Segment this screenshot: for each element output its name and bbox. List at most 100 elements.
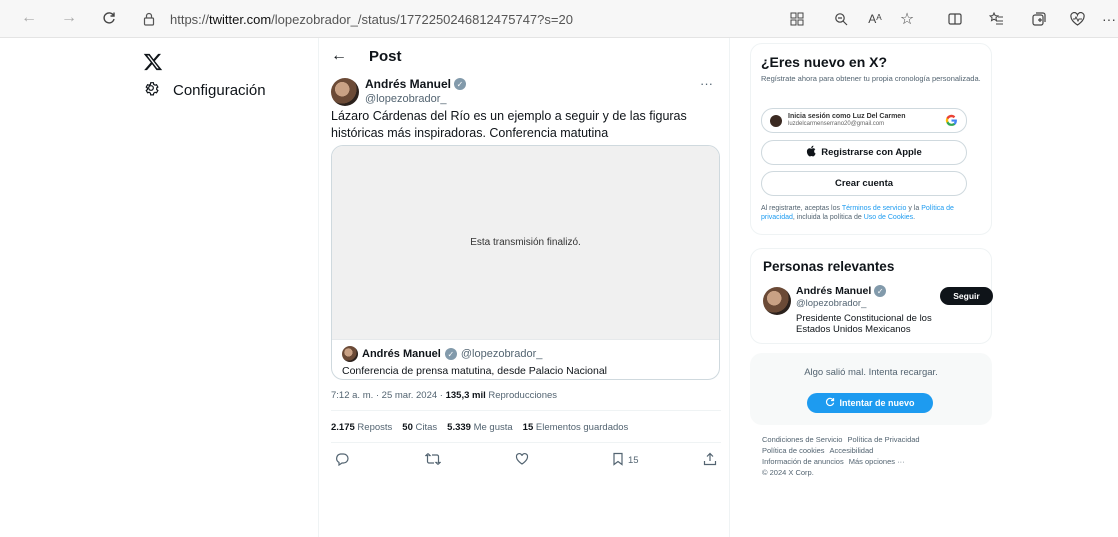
- x-logo-icon[interactable]: [143, 52, 165, 74]
- footer-link[interactable]: Condiciones de Servicio: [762, 435, 842, 444]
- gear-icon: [143, 80, 159, 101]
- browser-essentials-icon[interactable]: [1066, 8, 1088, 30]
- lock-icon: [138, 12, 160, 26]
- create-account-label: Crear cuenta: [834, 178, 894, 189]
- verified-badge-icon: ✓: [444, 348, 457, 360]
- forward-arrow-icon[interactable]: →: [58, 7, 80, 29]
- browser-menu-icon[interactable]: ···: [1102, 8, 1116, 30]
- likes-count: 5.339: [447, 422, 471, 433]
- footer-link[interactable]: Política de Privacidad: [847, 435, 919, 444]
- author-handle[interactable]: @lopezobrador_: [365, 93, 447, 105]
- copyright: © 2024 X Corp.: [762, 468, 814, 477]
- legal-connector: y la: [906, 205, 922, 212]
- post-header: ← Post: [331, 44, 402, 68]
- cookies-link[interactable]: Uso de Cookies: [864, 214, 913, 221]
- create-account-button[interactable]: Crear cuenta: [761, 171, 967, 196]
- repost-button[interactable]: [424, 451, 442, 469]
- repost-icon: [424, 452, 442, 469]
- apple-signup-button[interactable]: Registrarse con Apple: [761, 140, 967, 165]
- relevant-people-card: Personas relevantes Andrés Manuel ✓ @lop…: [750, 248, 993, 344]
- broadcast-host-handle: @lopezobrador_: [460, 348, 543, 360]
- url-path: /lopezobrador_/status/177225024681247574…: [271, 11, 573, 27]
- author-name-text: Andrés Manuel: [365, 77, 452, 91]
- likes-label: Me gusta: [470, 422, 513, 433]
- broadcast-description: Conferencia de prensa matutina, desde Pa…: [342, 365, 607, 377]
- footer-link[interactable]: Política de cookies: [762, 446, 825, 455]
- follow-button[interactable]: Seguir: [940, 287, 993, 305]
- person-handle[interactable]: @lopezobrador_: [796, 298, 866, 309]
- more-options-link[interactable]: Más opciones ···: [849, 457, 905, 466]
- signup-title: ¿Eres nuevo en X?: [761, 54, 888, 70]
- footer-link[interactable]: Información de anuncios: [762, 457, 844, 466]
- grid-apps-icon[interactable]: [786, 8, 808, 30]
- share-icon: [703, 452, 717, 469]
- author-name[interactable]: Andrés Manuel ✓: [365, 77, 467, 91]
- reposts-count: 2.175: [331, 422, 355, 433]
- person-bio: Presidente Constitucional de los Estados…: [796, 313, 932, 335]
- legal-prefix: Al registrarte, aceptas los: [761, 205, 842, 212]
- left-navigation: [0, 38, 318, 537]
- more-options-icon[interactable]: ···: [700, 76, 713, 91]
- page-title: Post: [369, 47, 402, 65]
- signup-description: Regístrate ahora para obtener tu propia …: [761, 74, 981, 83]
- bookmarks-stat[interactable]: 15 Elementos guardados: [523, 422, 629, 433]
- address-bar[interactable]: https://twitter.com/lopezobrador_/status…: [138, 6, 928, 32]
- relevant-people-title: Personas relevantes: [763, 259, 895, 274]
- back-arrow-icon[interactable]: ←: [18, 7, 40, 29]
- google-signin-email: luzdelcarmenserrano20@gmail.com: [788, 121, 885, 127]
- read-aloud-icon[interactable]: Aᴬ: [864, 8, 886, 30]
- footer-links: Condiciones de Servicio Política de Priva…: [762, 434, 988, 478]
- reposts-stat[interactable]: 2.175 Reposts: [331, 422, 392, 433]
- quotes-stat[interactable]: 50 Citas: [402, 422, 437, 433]
- retry-button[interactable]: Intentar de nuevo: [807, 393, 933, 413]
- split-screen-icon[interactable]: [944, 8, 966, 30]
- favorite-star-icon[interactable]: ☆: [896, 8, 918, 30]
- quotes-label: Citas: [412, 422, 438, 433]
- divider: [331, 442, 721, 443]
- url-prefix: https://: [170, 11, 210, 27]
- likes-stat[interactable]: 5.339 Me gusta: [447, 422, 513, 433]
- views-label: Reproducciones: [485, 390, 558, 401]
- terms-link[interactable]: Términos de servicio: [842, 205, 907, 212]
- verified-badge-icon: ✓: [874, 285, 887, 297]
- verified-badge-icon: ✓: [454, 78, 467, 90]
- signup-legal-text: Al registrarte, aceptas los Términos de …: [761, 205, 983, 222]
- divider: [331, 410, 721, 411]
- broadcast-host-name: Andrés Manuel: [362, 348, 441, 360]
- quotes-count: 50: [402, 422, 413, 433]
- avatar[interactable]: [331, 78, 359, 106]
- error-message: Algo salió mal. Intenta recargar.: [804, 367, 938, 378]
- apple-signup-label: Registrarse con Apple: [821, 147, 922, 158]
- legal-end: .: [913, 213, 916, 221]
- share-button[interactable]: [703, 451, 717, 469]
- post-text: Lázaro Cárdenas del Río es un ejemplo a …: [331, 109, 687, 140]
- post-author: Andrés Manuel ✓ @lopezobrador_ ···: [331, 76, 721, 110]
- favorites-list-icon[interactable]: [985, 8, 1007, 30]
- refresh-icon[interactable]: [98, 7, 120, 29]
- bookmark-button[interactable]: 15: [612, 451, 639, 469]
- signup-card: ¿Eres nuevo en X? Regístrate ahora para …: [750, 43, 992, 235]
- reply-button[interactable]: [335, 451, 349, 469]
- zoom-icon[interactable]: [830, 8, 852, 30]
- like-button[interactable]: [515, 451, 529, 469]
- apple-icon: [806, 145, 816, 160]
- views-count: 135,3 mil: [445, 390, 486, 401]
- broadcast-card[interactable]: Esta transmisión finalizó. Andrés Manuel…: [331, 145, 720, 380]
- bookmarks-count: 15: [522, 422, 534, 433]
- collections-icon[interactable]: [1028, 8, 1050, 30]
- avatar[interactable]: [763, 287, 791, 315]
- error-card: Algo salió mal. Intenta recargar. Intent…: [750, 353, 992, 425]
- settings-label: Configuración: [173, 81, 266, 99]
- google-signin-button[interactable]: Inicia sesión como Luz Del Carmen luzdel…: [761, 108, 967, 133]
- back-arrow-icon[interactable]: ←: [331, 47, 355, 65]
- person-name[interactable]: Andrés Manuel ✓: [796, 285, 887, 297]
- nav-settings[interactable]: Configuración: [143, 78, 266, 102]
- broadcast-status: Esta transmisión finalizó.: [332, 146, 719, 339]
- google-signin-name: Inicia sesión como Luz Del Carmen: [788, 113, 906, 120]
- footer-link[interactable]: Accesibilidad: [830, 446, 874, 455]
- post-stats: 2.175 Reposts 50 Citas 5.339 Me gusta 15…: [331, 422, 628, 433]
- person-name-text: Andrés Manuel: [796, 285, 872, 297]
- bookmark-count: 15: [628, 454, 639, 466]
- timestamp-text[interactable]: 7:12 a. m. · 25 mar. 2024 ·: [331, 390, 446, 401]
- bookmarks-label: Elementos guardados: [533, 422, 629, 433]
